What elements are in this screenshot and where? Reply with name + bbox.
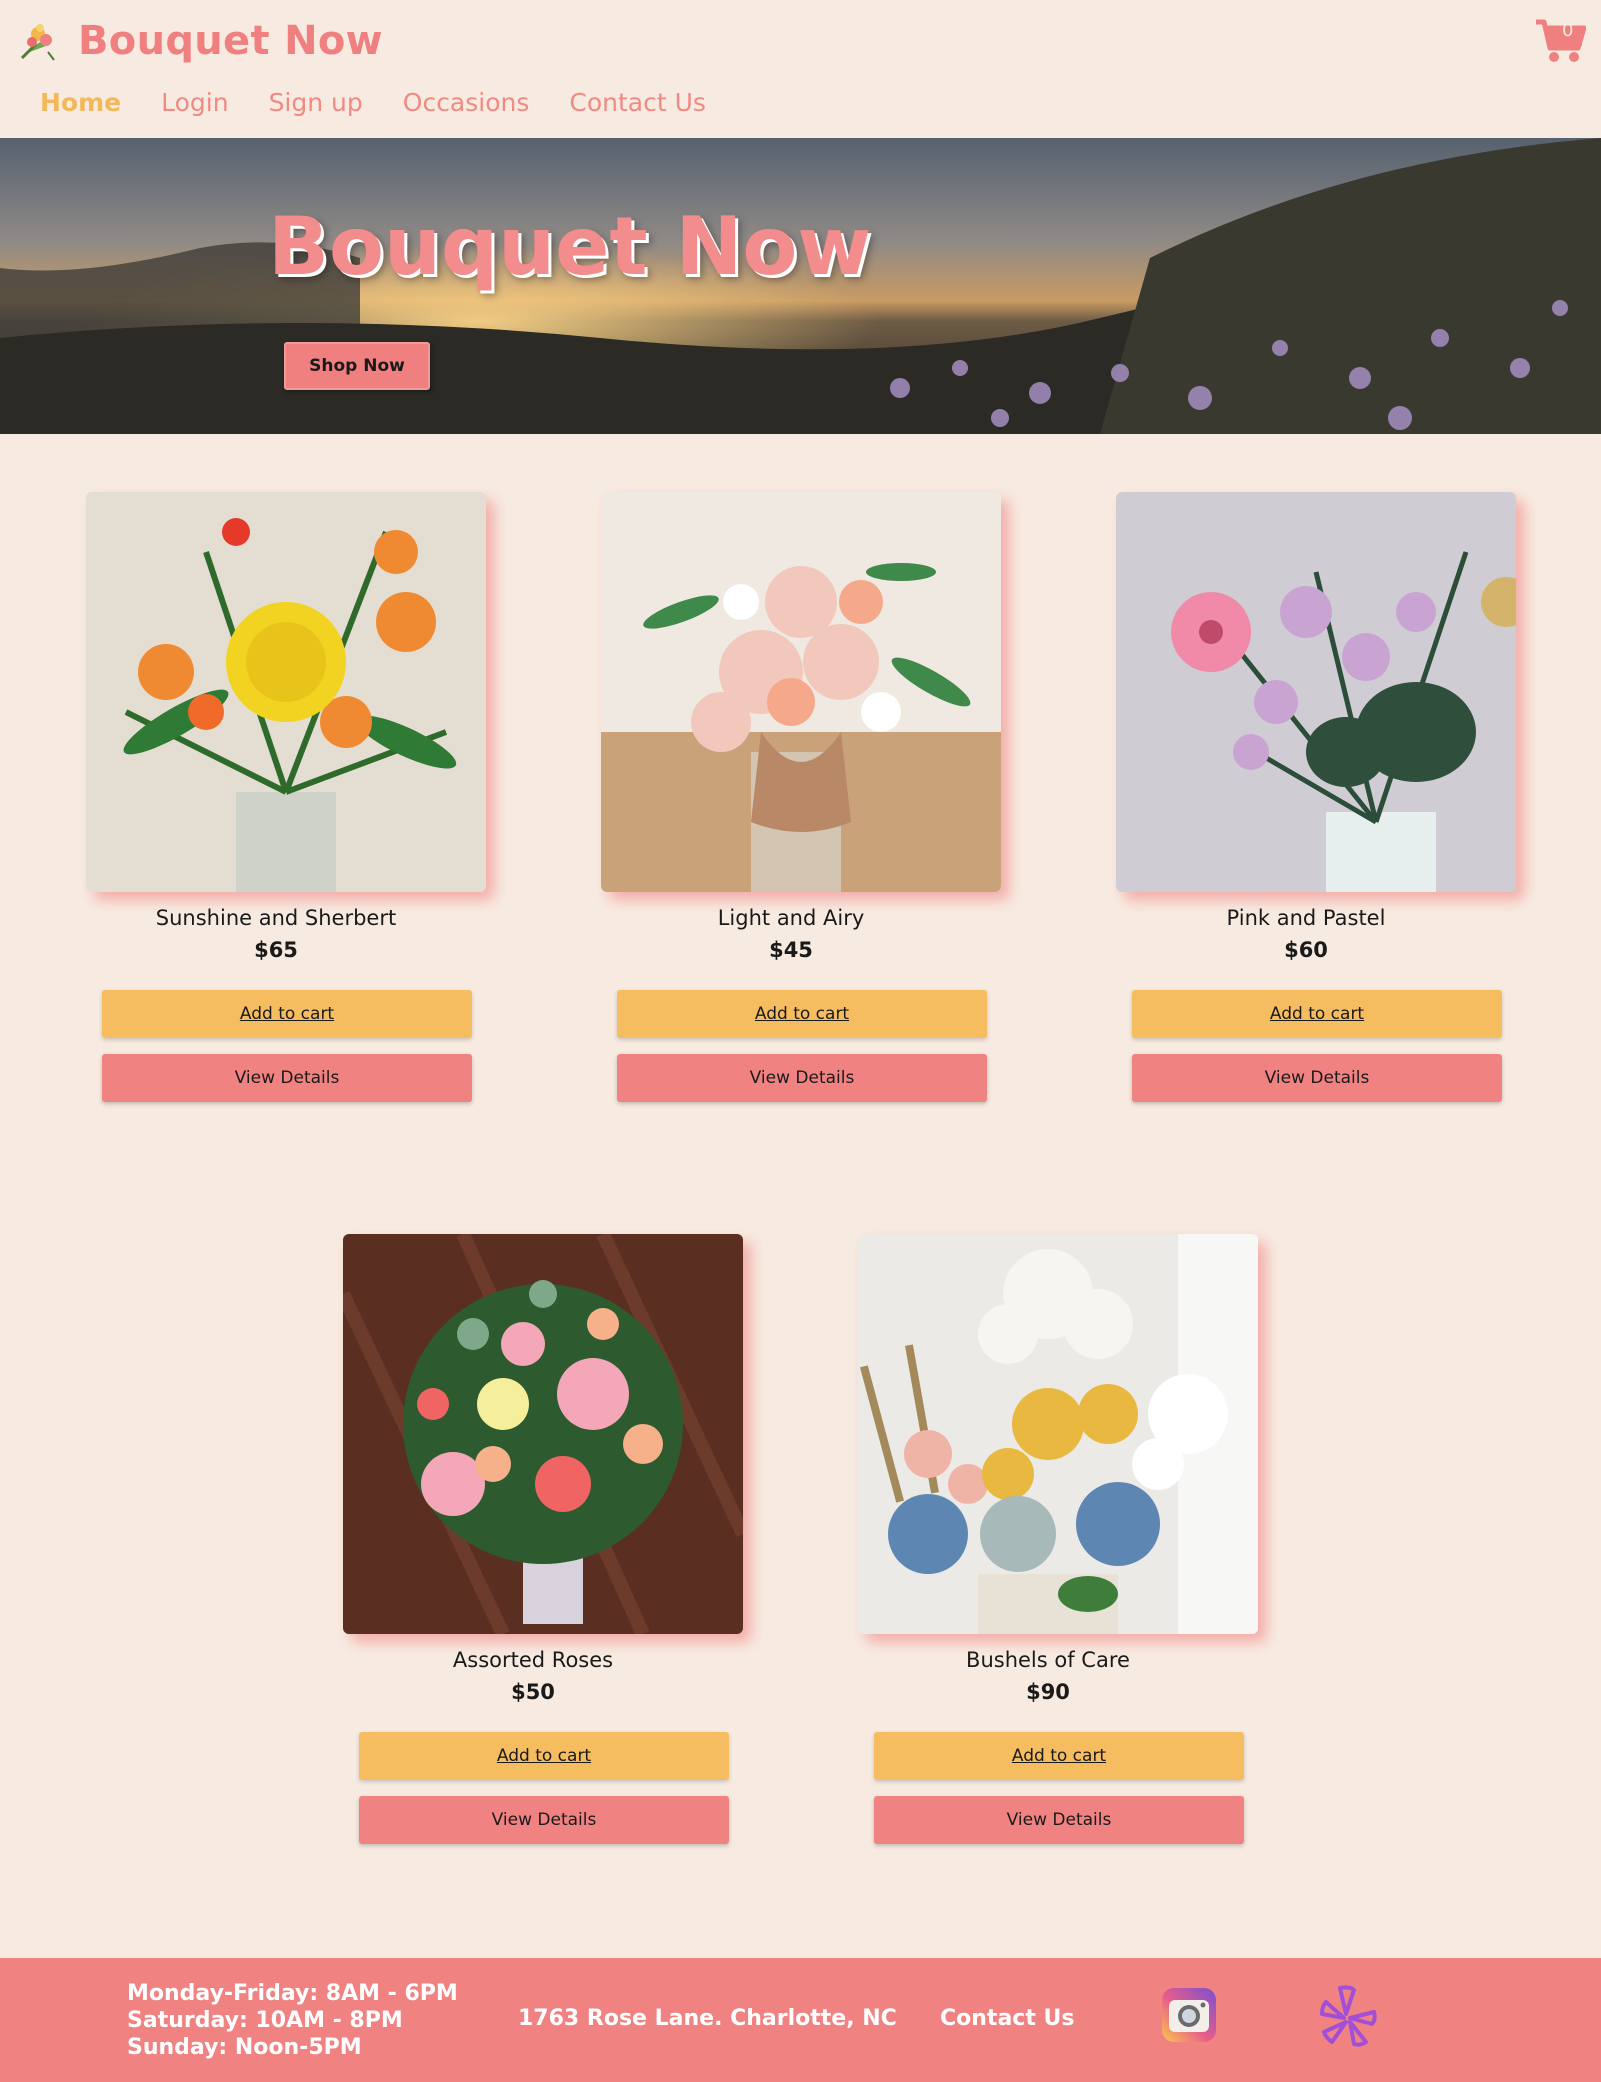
product-price: $60 (1284, 938, 1328, 962)
hours-saturday: Saturday: 10AM - 8PM (127, 2008, 403, 2033)
hero-banner: Bouquet Now Shop Now (0, 138, 1601, 434)
add-to-cart-button[interactable]: Add to cart (359, 1732, 729, 1780)
add-to-cart-button[interactable]: Add to cart (102, 990, 472, 1038)
product-image[interactable] (1116, 492, 1516, 892)
nav-signup[interactable]: Sign up (269, 88, 363, 117)
product-price: $65 (254, 938, 298, 962)
product-image[interactable] (858, 1234, 1258, 1634)
add-to-cart-button[interactable]: Add to cart (617, 990, 987, 1038)
product-image[interactable] (343, 1234, 743, 1634)
nav-contact-us[interactable]: Contact Us (569, 88, 706, 117)
view-details-button[interactable]: View Details (102, 1054, 472, 1102)
nav-occasions[interactable]: Occasions (403, 88, 530, 117)
nav-home[interactable]: Home (40, 88, 121, 117)
view-details-button[interactable]: View Details (617, 1054, 987, 1102)
footer-contact-link[interactable]: Contact Us (940, 2006, 1074, 2031)
product-price: $90 (1026, 1680, 1070, 1704)
shop-now-button[interactable]: Shop Now (284, 342, 430, 390)
site-header: Bouquet Now 0 Home Login Sign up Occasio… (0, 0, 1601, 138)
store-address: 1763 Rose Lane. Charlotte, NC (518, 2006, 897, 2031)
hours-weekdays: Monday-Friday: 8AM - 6PM (127, 1981, 458, 2006)
yelp-icon[interactable] (1320, 1984, 1378, 2048)
view-details-button[interactable]: View Details (874, 1796, 1244, 1844)
instagram-icon[interactable] (1160, 1986, 1218, 2044)
bouquet-logo-icon[interactable] (18, 20, 58, 62)
site-footer: Monday-Friday: 8AM - 6PM Saturday: 10AM … (0, 1958, 1601, 2082)
shopping-cart-icon[interactable] (1534, 16, 1586, 64)
main-nav: Home Login Sign up Occasions Contact Us (40, 88, 706, 117)
view-details-button[interactable]: View Details (359, 1796, 729, 1844)
product-name[interactable]: Light and Airy (571, 906, 1011, 930)
hours-sunday: Sunday: Noon-5PM (127, 2035, 362, 2060)
product-name[interactable]: Assorted Roses (313, 1648, 753, 1672)
product-name[interactable]: Bushels of Care (828, 1648, 1268, 1672)
view-details-button[interactable]: View Details (1132, 1054, 1502, 1102)
add-to-cart-button[interactable]: Add to cart (874, 1732, 1244, 1780)
nav-login[interactable]: Login (161, 88, 228, 117)
brand-name[interactable]: Bouquet Now (78, 18, 383, 64)
add-to-cart-button[interactable]: Add to cart (1132, 990, 1502, 1038)
product-price: $50 (511, 1680, 555, 1704)
business-hours: Monday-Friday: 8AM - 6PM Saturday: 10AM … (127, 1980, 458, 2061)
product-name[interactable]: Sunshine and Sherbert (56, 906, 496, 930)
product-image[interactable] (601, 492, 1001, 892)
product-name[interactable]: Pink and Pastel (1086, 906, 1526, 930)
cart-count-badge: 0 (1562, 20, 1574, 41)
product-price: $45 (769, 938, 813, 962)
product-image[interactable] (86, 492, 486, 892)
hero-title: Bouquet Now (268, 200, 872, 293)
